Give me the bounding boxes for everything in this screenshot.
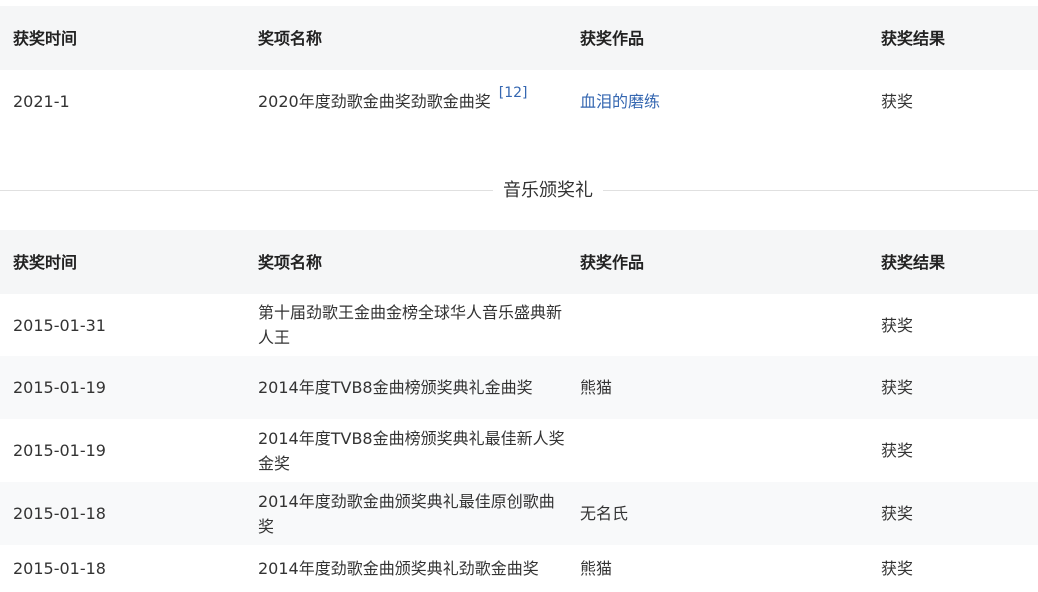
reference-link[interactable]: [12]: [499, 81, 528, 106]
header-work: 获奖作品: [580, 252, 645, 272]
table-row: 2015-01-18 2014年度劲歌金曲颁奖典礼最佳原创歌曲奖 无名氏 获奖: [0, 482, 1038, 545]
award-work: 血泪的磨练: [580, 70, 870, 132]
header-time: 获奖时间: [13, 252, 78, 272]
table-row: 2021-1 2020年度劲歌金曲奖劲歌金曲奖 [12] 血泪的磨练 获奖: [0, 70, 1038, 132]
award-work: [580, 419, 870, 482]
header-award: 奖项名称: [258, 28, 323, 48]
award-result: 获奖: [881, 315, 914, 335]
award-name-text: 2020年度劲歌金曲奖劲歌金曲奖: [258, 91, 491, 111]
header-work: 获奖作品: [580, 28, 645, 48]
award-time: 2021-1: [13, 91, 70, 111]
award-work: 熊猫: [580, 378, 613, 397]
award-name: 2014年度劲歌金曲颁奖典礼最佳原创歌曲奖: [258, 491, 555, 536]
award-result: 获奖: [881, 559, 914, 578]
award-work: [580, 294, 870, 356]
award-name: 2014年度TVB8金曲榜颁奖典礼金曲奖: [258, 378, 533, 397]
header-time: 获奖时间: [13, 28, 78, 48]
award-result: 获奖: [881, 378, 914, 397]
work-link[interactable]: 血泪的磨练: [580, 89, 660, 114]
header-award: 奖项名称: [258, 252, 323, 272]
award-name: 2014年度TVB8金曲榜颁奖典礼最佳新人奖金奖: [258, 428, 565, 473]
table-row: 2015-01-31 第十届劲歌王金曲金榜全球华人音乐盛典新人王 获奖: [0, 294, 1038, 356]
table-row: 2015-01-19 2014年度TVB8金曲榜颁奖典礼金曲奖 熊猫 获奖: [0, 356, 1038, 419]
award-name: 2014年度劲歌金曲颁奖典礼劲歌金曲奖: [258, 559, 539, 578]
award-result: 获奖: [881, 91, 914, 111]
table1-header-row: 获奖时间 奖项名称 获奖作品 获奖结果: [0, 6, 1038, 70]
award-time: 2015-01-31: [13, 315, 106, 335]
award-name: 第十届劲歌王金曲金榜全球华人音乐盛典新人王: [258, 303, 563, 347]
header-result: 获奖结果: [881, 28, 946, 48]
table-row: 2015-01-18 2014年度劲歌金曲颁奖典礼劲歌金曲奖 熊猫 获奖: [0, 545, 1038, 592]
award-time: 2015-01-18: [13, 504, 106, 523]
award-time: 2015-01-19: [13, 441, 106, 460]
award-name: 2020年度劲歌金曲奖劲歌金曲奖 [12]: [258, 70, 568, 132]
table-row: 2015-01-19 2014年度TVB8金曲榜颁奖典礼最佳新人奖金奖 获奖: [0, 419, 1038, 482]
award-result: 获奖: [881, 504, 914, 523]
section-title: 音乐颁奖礼: [493, 178, 603, 204]
award-result: 获奖: [881, 441, 914, 460]
table2-header-row: 获奖时间 奖项名称 获奖作品 获奖结果: [0, 230, 1038, 294]
award-time: 2015-01-19: [13, 378, 106, 397]
award-work: 熊猫: [580, 559, 613, 578]
award-time: 2015-01-18: [13, 559, 106, 578]
award-work: 无名氏: [580, 504, 629, 523]
header-result: 获奖结果: [881, 252, 946, 272]
